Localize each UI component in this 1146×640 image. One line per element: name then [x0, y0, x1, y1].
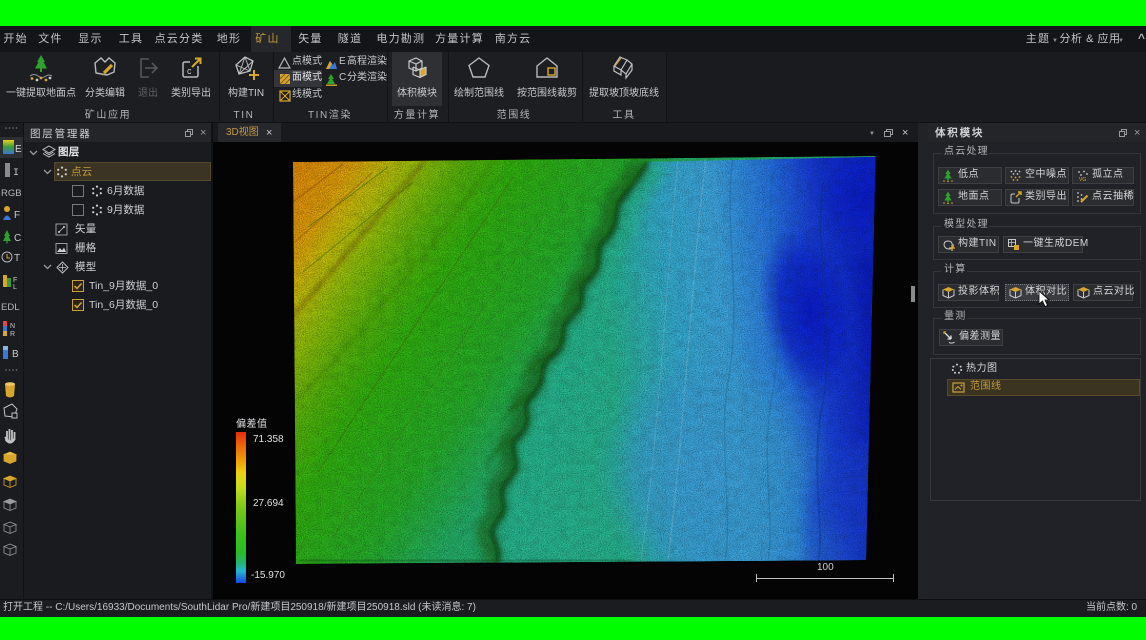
svg-text:F: F — [14, 210, 20, 221]
svg-text:RGB: RGB — [1, 188, 22, 199]
svg-text:B: B — [12, 349, 19, 360]
svg-text:F: F — [13, 277, 17, 284]
svg-text:N: N — [10, 323, 15, 330]
svg-text:T: T — [14, 253, 20, 264]
svg-text:EDL: EDL — [1, 302, 19, 313]
svg-text:c: c — [187, 66, 192, 76]
svg-text:I: I — [13, 168, 19, 179]
svg-text:E: E — [15, 144, 22, 155]
svg-text:VG: VG — [1079, 177, 1086, 182]
svg-text:C: C — [14, 233, 21, 244]
svg-text:R: R — [10, 331, 15, 338]
svg-text:L: L — [13, 284, 17, 291]
